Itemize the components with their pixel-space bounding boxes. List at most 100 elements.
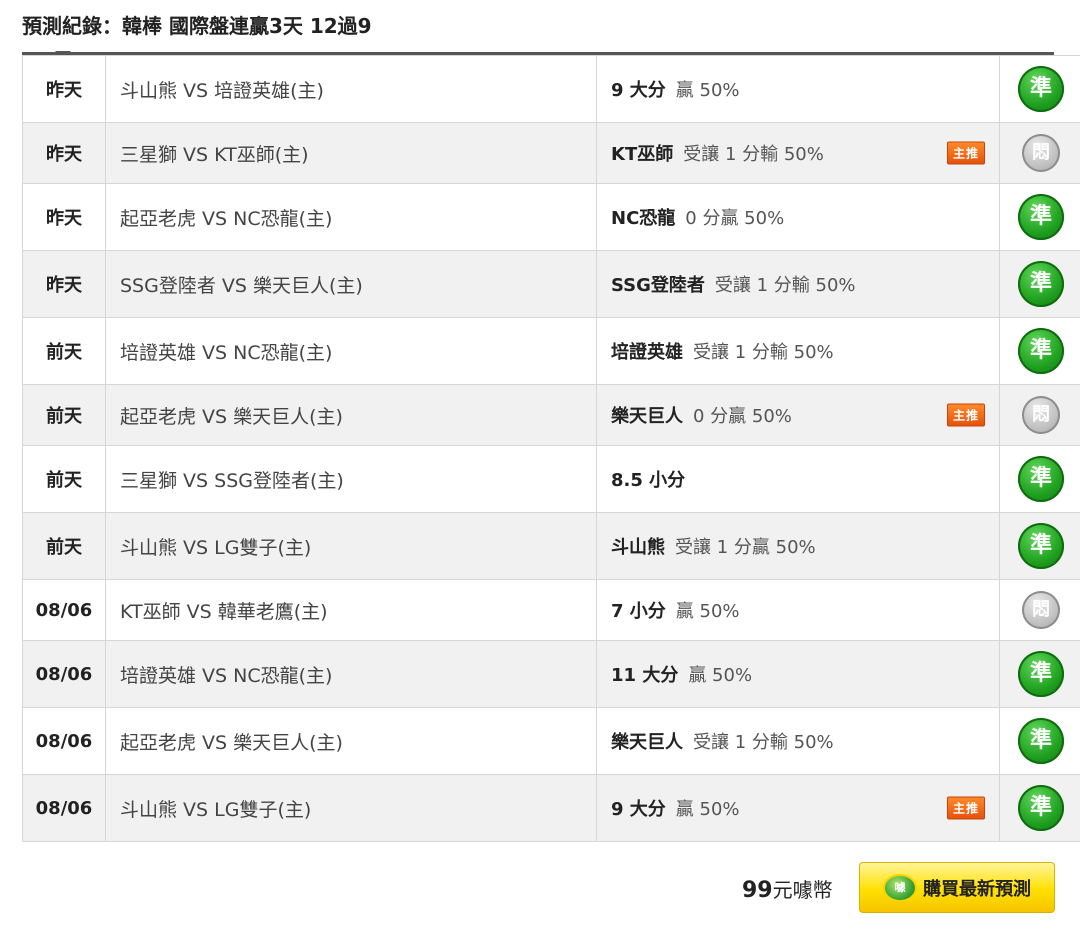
record-match: 三星獅 VS SSG登陸者(主) (105, 445, 597, 513)
record-row: 08/06 培證英雄 VS NC恐龍(主) 11 大分贏 50% 準 (22, 640, 1080, 708)
record-match: KT巫師 VS 韓華老鷹(主) (105, 579, 597, 641)
record-result: 悶 (999, 122, 1080, 184)
record-day: 昨天 (22, 55, 106, 123)
record-result: 悶 (999, 579, 1080, 641)
record-result: 準 (999, 640, 1080, 708)
record-result: 準 (999, 774, 1080, 842)
price-amount: 99 (742, 878, 773, 903)
pick-team: SSG登陸者 (611, 275, 705, 296)
page-title: 預測紀錄：韓棒 國際盤連贏3天 12過9 (22, 14, 372, 38)
pick-team: 樂天巨人 (611, 732, 683, 753)
result-win-icon: 準 (1018, 261, 1064, 307)
record-row: 前天 斗山熊 VS LG雙子(主) 斗山熊 受讓 1 分贏 50% 準 (22, 512, 1080, 580)
record-match: 培證英雄 VS NC恐龍(主) (105, 317, 597, 385)
result-win-icon: 準 (1018, 718, 1064, 764)
record-day: 前天 (22, 384, 106, 446)
result-win-icon: 準 (1018, 523, 1064, 569)
pick-team: 培證英雄 (611, 342, 683, 363)
pick-detail: 0 分贏 50% (693, 406, 792, 427)
record-row: 前天 起亞老虎 VS 樂天巨人(主) 樂天巨人 0 分贏 50% 主推 悶 (22, 384, 1080, 446)
record-result: 悶 (999, 384, 1080, 446)
record-result: 準 (999, 55, 1080, 123)
pick-detail: 贏 50% (688, 665, 753, 686)
record-day: 前天 (22, 445, 106, 513)
pick-detail: 0 分贏 50% (685, 208, 785, 229)
record-pick: 樂天巨人 0 分贏 50% 主推 (596, 384, 1000, 446)
price-unit: 元噱幣 (772, 878, 833, 902)
coin-icon: 噱 (883, 873, 917, 902)
pick-detail: 贏 50% (675, 799, 740, 820)
pick-team: 樂天巨人 (611, 406, 683, 427)
pick-detail: 受讓 1 分輸 50% (714, 275, 856, 296)
record-day: 08/06 (22, 640, 106, 708)
pick-team: 8.5 小分 (611, 470, 686, 491)
record-pick: KT巫師 受讓 1 分輸 50% 主推 (596, 122, 1000, 184)
pick-detail: 受讓 1 分輸 50% (693, 732, 834, 753)
record-row: 08/06 KT巫師 VS 韓華老鷹(主) 7 小分贏 50% 悶 (22, 579, 1080, 641)
record-row: 前天 三星獅 VS SSG登陸者(主) 8.5 小分 準 (22, 445, 1080, 513)
price-display: 99元噱幣 (742, 874, 833, 903)
record-day: 前天 (22, 317, 106, 385)
pick-team: 7 小分 (611, 601, 666, 622)
pick-detail: 受讓 1 分贏 50% (675, 537, 816, 558)
record-day: 前天 (22, 512, 106, 580)
result-win-icon: 準 (1018, 785, 1064, 831)
buy-latest-prediction-button[interactable]: 噱 購買最新預測 (859, 862, 1055, 913)
pick-detail: 受讓 1 分輸 50% (693, 342, 834, 363)
record-match: 斗山熊 VS 培證英雄(主) (105, 55, 597, 123)
record-match: SSG登陸者 VS 樂天巨人(主) (105, 250, 597, 318)
record-pick: 樂天巨人 受讓 1 分輸 50% (596, 707, 1000, 775)
record-day: 08/06 (22, 579, 106, 641)
record-match: 三星獅 VS KT巫師(主) (105, 122, 597, 184)
prediction-records-table: 昨天 斗山熊 VS 培證英雄(主) 9 大分贏 50% 準昨天 三星獅 VS KT巫師(… (22, 55, 1080, 842)
record-day: 昨天 (22, 250, 106, 318)
record-pick: 8.5 小分 (596, 445, 1000, 513)
record-result: 準 (999, 317, 1080, 385)
record-match: 斗山熊 VS LG雙子(主) (105, 774, 597, 842)
pick-team: KT巫師 (611, 144, 674, 165)
record-pick: 9 大分贏 50% 主推 (596, 774, 1000, 842)
record-day: 昨天 (22, 183, 106, 251)
record-day: 08/06 (22, 707, 106, 775)
result-void-icon: 悶 (1022, 396, 1060, 434)
record-pick: NC恐龍 0 分贏 50% (596, 183, 1000, 251)
pick-detail: 贏 50% (675, 80, 740, 101)
record-pick: 7 小分贏 50% (596, 579, 1000, 641)
record-row: 前天 培證英雄 VS NC恐龍(主) 培證英雄 受讓 1 分輸 50% 準 (22, 317, 1080, 385)
record-row: 08/06 斗山熊 VS LG雙子(主) 9 大分贏 50% 主推 準 (22, 774, 1080, 842)
record-match: 起亞老虎 VS 樂天巨人(主) (105, 384, 597, 446)
result-win-icon: 準 (1018, 194, 1064, 240)
record-row: 08/06 起亞老虎 VS 樂天巨人(主) 樂天巨人 受讓 1 分輸 50% 準 (22, 707, 1080, 775)
record-row: 昨天 起亞老虎 VS NC恐龍(主) NC恐龍 0 分贏 50% 準 (22, 183, 1080, 251)
pick-detail: 贏 50% (675, 601, 740, 622)
record-pick: 9 大分贏 50% (596, 55, 1000, 123)
record-result: 準 (999, 183, 1080, 251)
record-match: 培證英雄 VS NC恐龍(主) (105, 640, 597, 708)
record-pick: 11 大分贏 50% (596, 640, 1000, 708)
pick-team: 斗山熊 (611, 537, 665, 558)
result-void-icon: 悶 (1022, 134, 1060, 172)
result-win-icon: 準 (1018, 651, 1064, 697)
record-pick: 培證英雄 受讓 1 分輸 50% (596, 317, 1000, 385)
pick-team: 11 大分 (611, 665, 679, 686)
result-win-icon: 準 (1018, 456, 1064, 502)
record-day: 08/06 (22, 774, 106, 842)
record-day: 昨天 (22, 122, 106, 184)
record-match: 起亞老虎 VS NC恐龍(主) (105, 183, 597, 251)
record-result: 準 (999, 250, 1080, 318)
pick-team: NC恐龍 (611, 208, 676, 229)
record-pick: 斗山熊 受讓 1 分贏 50% (596, 512, 1000, 580)
pick-detail: 受讓 1 分輸 50% (683, 144, 824, 165)
featured-badge: 主推 (946, 141, 985, 165)
record-match: 斗山熊 VS LG雙子(主) (105, 512, 597, 580)
record-pick: SSG登陸者 受讓 1 分輸 50% (596, 250, 1000, 318)
record-row: 昨天 三星獅 VS KT巫師(主) KT巫師 受讓 1 分輸 50% 主推 悶 (22, 122, 1080, 184)
featured-badge: 主推 (946, 796, 985, 820)
pick-team: 9 大分 (611, 80, 666, 101)
result-win-icon: 準 (1018, 66, 1064, 112)
record-result: 準 (999, 707, 1080, 775)
pick-team: 9 大分 (611, 799, 666, 820)
record-result: 準 (999, 512, 1080, 580)
result-win-icon: 準 (1018, 328, 1064, 374)
featured-badge: 主推 (946, 403, 985, 427)
